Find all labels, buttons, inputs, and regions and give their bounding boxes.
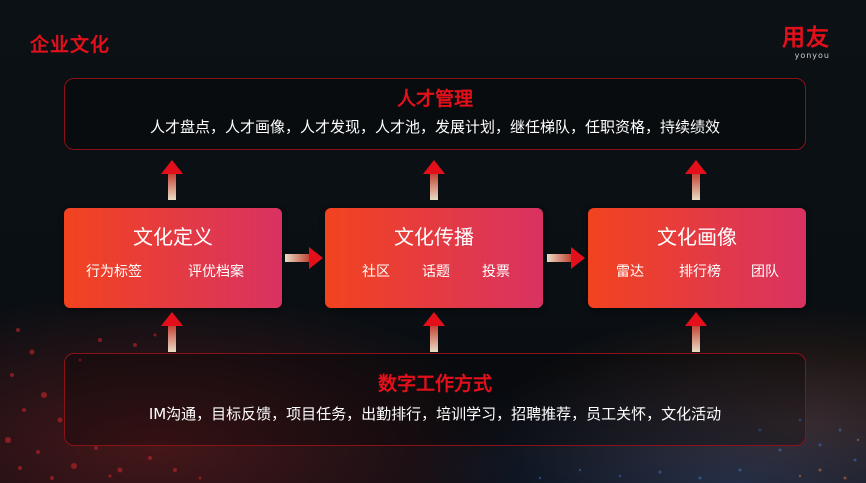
up-arrow-icon (161, 312, 183, 352)
team-label: 团队 (751, 264, 779, 280)
talent-management-title: 人才管理 (396, 88, 473, 110)
up-arrow-icon (423, 312, 445, 352)
right-arrow-icon (285, 247, 323, 269)
culture-definition-box: 文化定义 行为标签 评优档案 (64, 208, 282, 308)
up-arrow-icon (685, 160, 707, 200)
up-arrow-icon (423, 160, 445, 200)
page-title: 企业文化 (30, 34, 111, 56)
logo-subtext: yonyou (794, 51, 830, 60)
up-arrow-icon (161, 160, 183, 200)
logo-text: 用友 (782, 25, 830, 51)
culture-spread-title: 文化传播 (394, 225, 474, 249)
brand-logo: 用友 yonyou (782, 26, 830, 60)
evaluation-archive-label: 评优档案 (188, 264, 244, 280)
radar-label: 雷达 (616, 264, 644, 280)
voting-label: 投票 (482, 264, 510, 280)
topics-label: 话题 (422, 264, 450, 280)
culture-spread-box: 文化传播 社区 话题 投票 (325, 208, 543, 308)
community-label: 社区 (362, 264, 390, 280)
talent-management-items: 人才盘点，人才画像，人才发现，人才池，发展计划，继任梯队，任职资格，持续绩效 (149, 118, 720, 136)
up-arrow-icon (685, 312, 707, 352)
culture-definition-title: 文化定义 (133, 225, 213, 249)
digital-work-title: 数字工作方式 (377, 373, 492, 395)
culture-portrait-box: 文化画像 雷达 排行榜 团队 (588, 208, 806, 308)
ranking-label: 排行榜 (679, 264, 721, 280)
talent-management-panel: 人才管理 人才盘点，人才画像，人才发现，人才池，发展计划，继任梯队，任职资格，持… (64, 78, 806, 150)
behavior-tags-label: 行为标签 (86, 264, 142, 280)
digital-work-panel: 数字工作方式 IM沟通，目标反馈，项目任务，出勤排行，培训学习，招聘推荐，员工关… (64, 353, 806, 446)
right-arrow-icon (547, 247, 585, 269)
culture-portrait-title: 文化画像 (657, 225, 737, 249)
digital-work-items: IM沟通，目标反馈，项目任务，出勤排行，培训学习，招聘推荐，员工关怀，文化活动 (148, 405, 722, 423)
